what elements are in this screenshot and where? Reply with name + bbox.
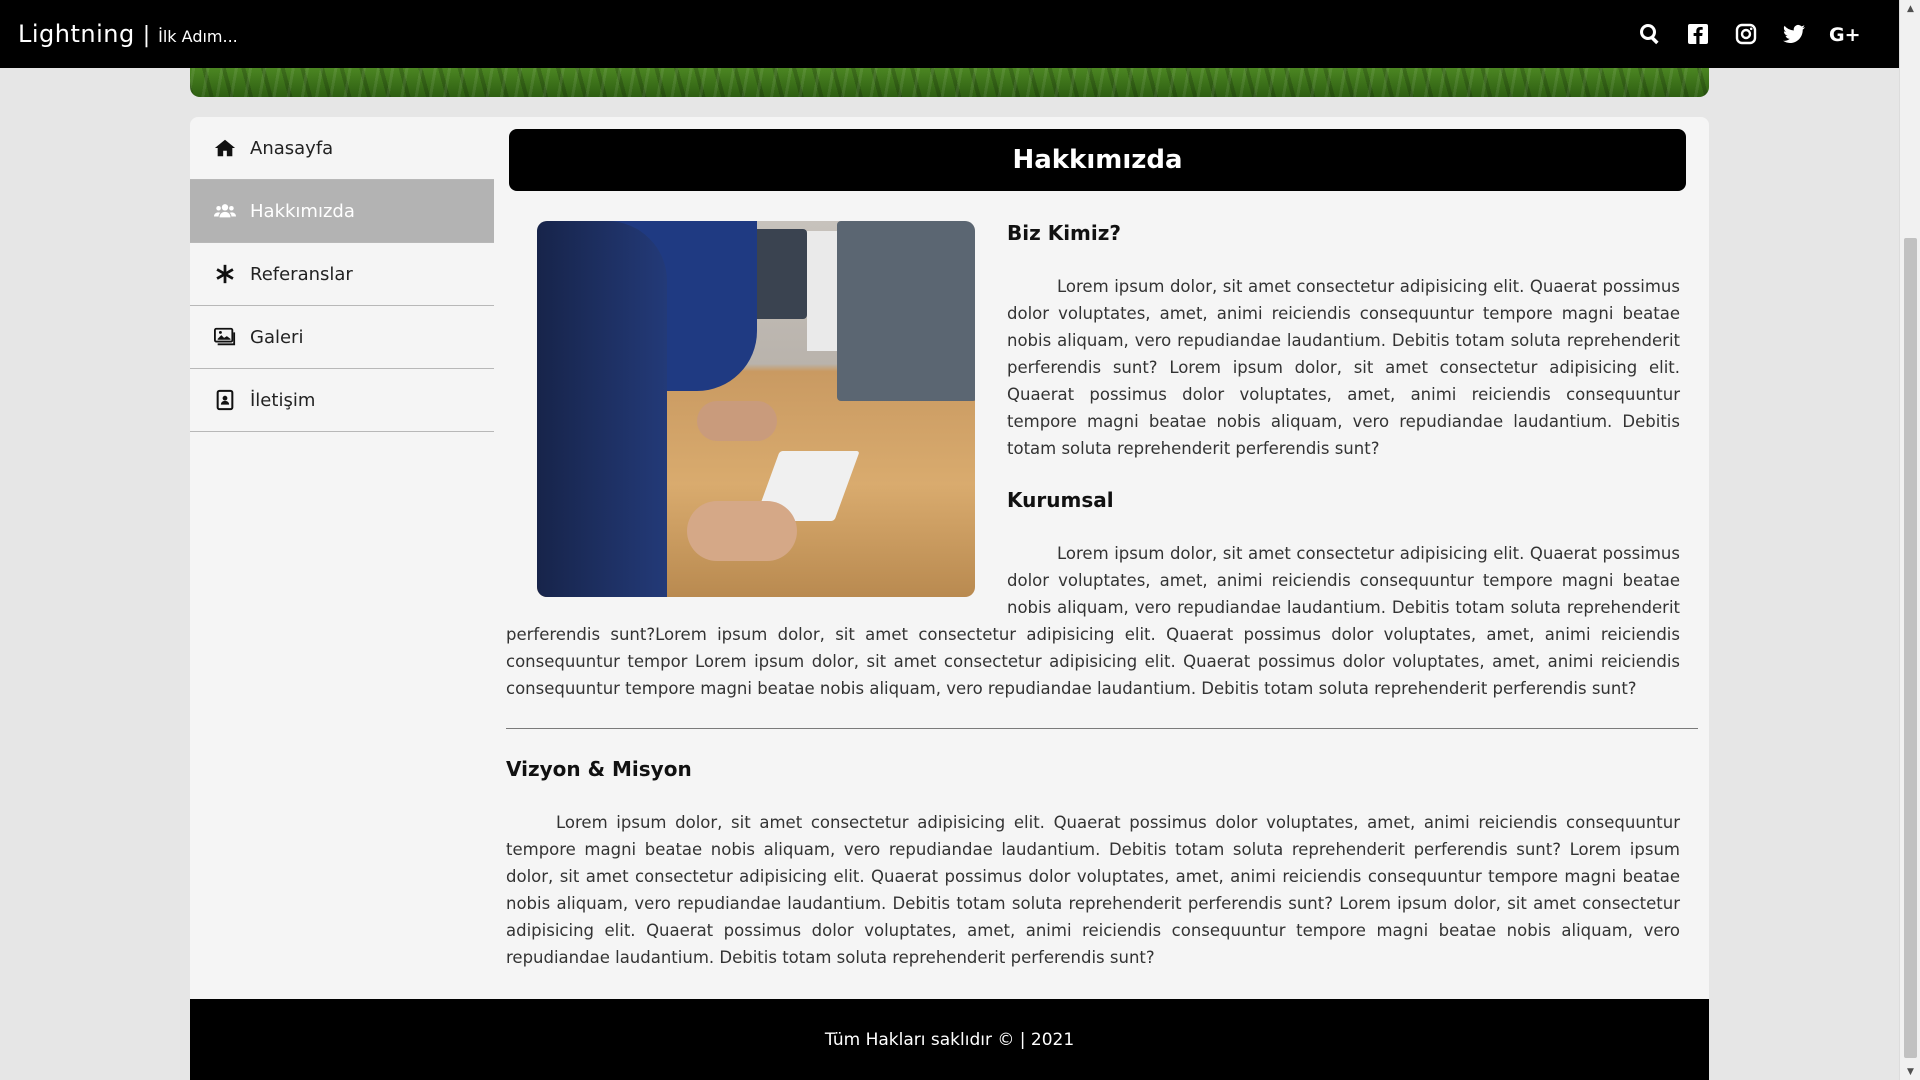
- scroll-down-arrow-icon[interactable]: ▼: [1900, 1063, 1920, 1080]
- page-scrollbar[interactable]: ▲ ▼: [1899, 0, 1920, 1080]
- section-divider: [506, 728, 1698, 729]
- sidebar-item-hakkimizda[interactable]: Hakkımızda: [190, 180, 494, 243]
- section-title-vizyon-misyon: Vizyon & Misyon: [506, 757, 692, 781]
- sidebar-item-iletisim[interactable]: İletişim: [190, 369, 494, 432]
- brand-name[interactable]: Lightning: [18, 20, 135, 48]
- footer: Tüm Hakları saklıdır © | 2021: [190, 999, 1709, 1080]
- svg-text:G+: G+: [1829, 24, 1861, 46]
- section-text-vizyon-misyon: Lorem ipsum dolor, sit amet consectetur …: [506, 813, 1680, 967]
- google-plus-icon[interactable]: G+: [1829, 21, 1861, 47]
- office-photo: [537, 221, 975, 597]
- sidebar-item-galeri[interactable]: Galeri: [190, 306, 494, 369]
- sidebar-item-label: Galeri: [250, 326, 304, 348]
- instagram-icon[interactable]: [1733, 21, 1759, 47]
- brand-tagline: İlk Adım...: [158, 27, 238, 46]
- contact-card-icon: [214, 389, 236, 411]
- sidebar: Anasayfa Hakkımızda Referanslar Galeri İ…: [190, 117, 494, 432]
- social-icons: G+: [1637, 21, 1881, 47]
- facebook-icon[interactable]: [1685, 21, 1711, 47]
- scrollbar-thumb[interactable]: [1904, 238, 1917, 1058]
- home-icon: [214, 137, 236, 159]
- asterisk-icon: [214, 263, 236, 285]
- users-icon: [214, 200, 236, 222]
- sidebar-item-referanslar[interactable]: Referanslar: [190, 243, 494, 306]
- copyright-text: Tüm Hakları saklıdır © | 2021: [824, 1029, 1075, 1050]
- scroll-up-arrow-icon[interactable]: ▲: [1900, 0, 1920, 17]
- top-navbar: Lightning | İlk Adım... G+: [0, 0, 1899, 68]
- images-icon: [214, 326, 236, 348]
- sidebar-item-label: Referanslar: [250, 263, 353, 285]
- brand-separator: |: [142, 23, 151, 48]
- brand[interactable]: Lightning | İlk Adım...: [18, 20, 238, 48]
- main-content: Hakkımızda Biz Kimiz? Lorem ipsum dolor,…: [506, 117, 1698, 997]
- page-title: Hakkımızda: [509, 129, 1686, 191]
- sidebar-item-label: İletişim: [250, 389, 316, 411]
- sidebar-item-label: Hakkımızda: [250, 200, 355, 222]
- sidebar-item-label: Anasayfa: [250, 137, 334, 159]
- vision-section: Vizyon & Misyon Lorem ipsum dolor, sit a…: [506, 757, 1698, 971]
- about-section: Biz Kimiz? Lorem ipsum dolor, sit amet c…: [506, 191, 1698, 702]
- search-icon[interactable]: [1637, 21, 1663, 47]
- sidebar-item-anasayfa[interactable]: Anasayfa: [190, 117, 494, 180]
- twitter-icon[interactable]: [1781, 21, 1807, 47]
- main-container: Anasayfa Hakkımızda Referanslar Galeri İ…: [190, 117, 1709, 1080]
